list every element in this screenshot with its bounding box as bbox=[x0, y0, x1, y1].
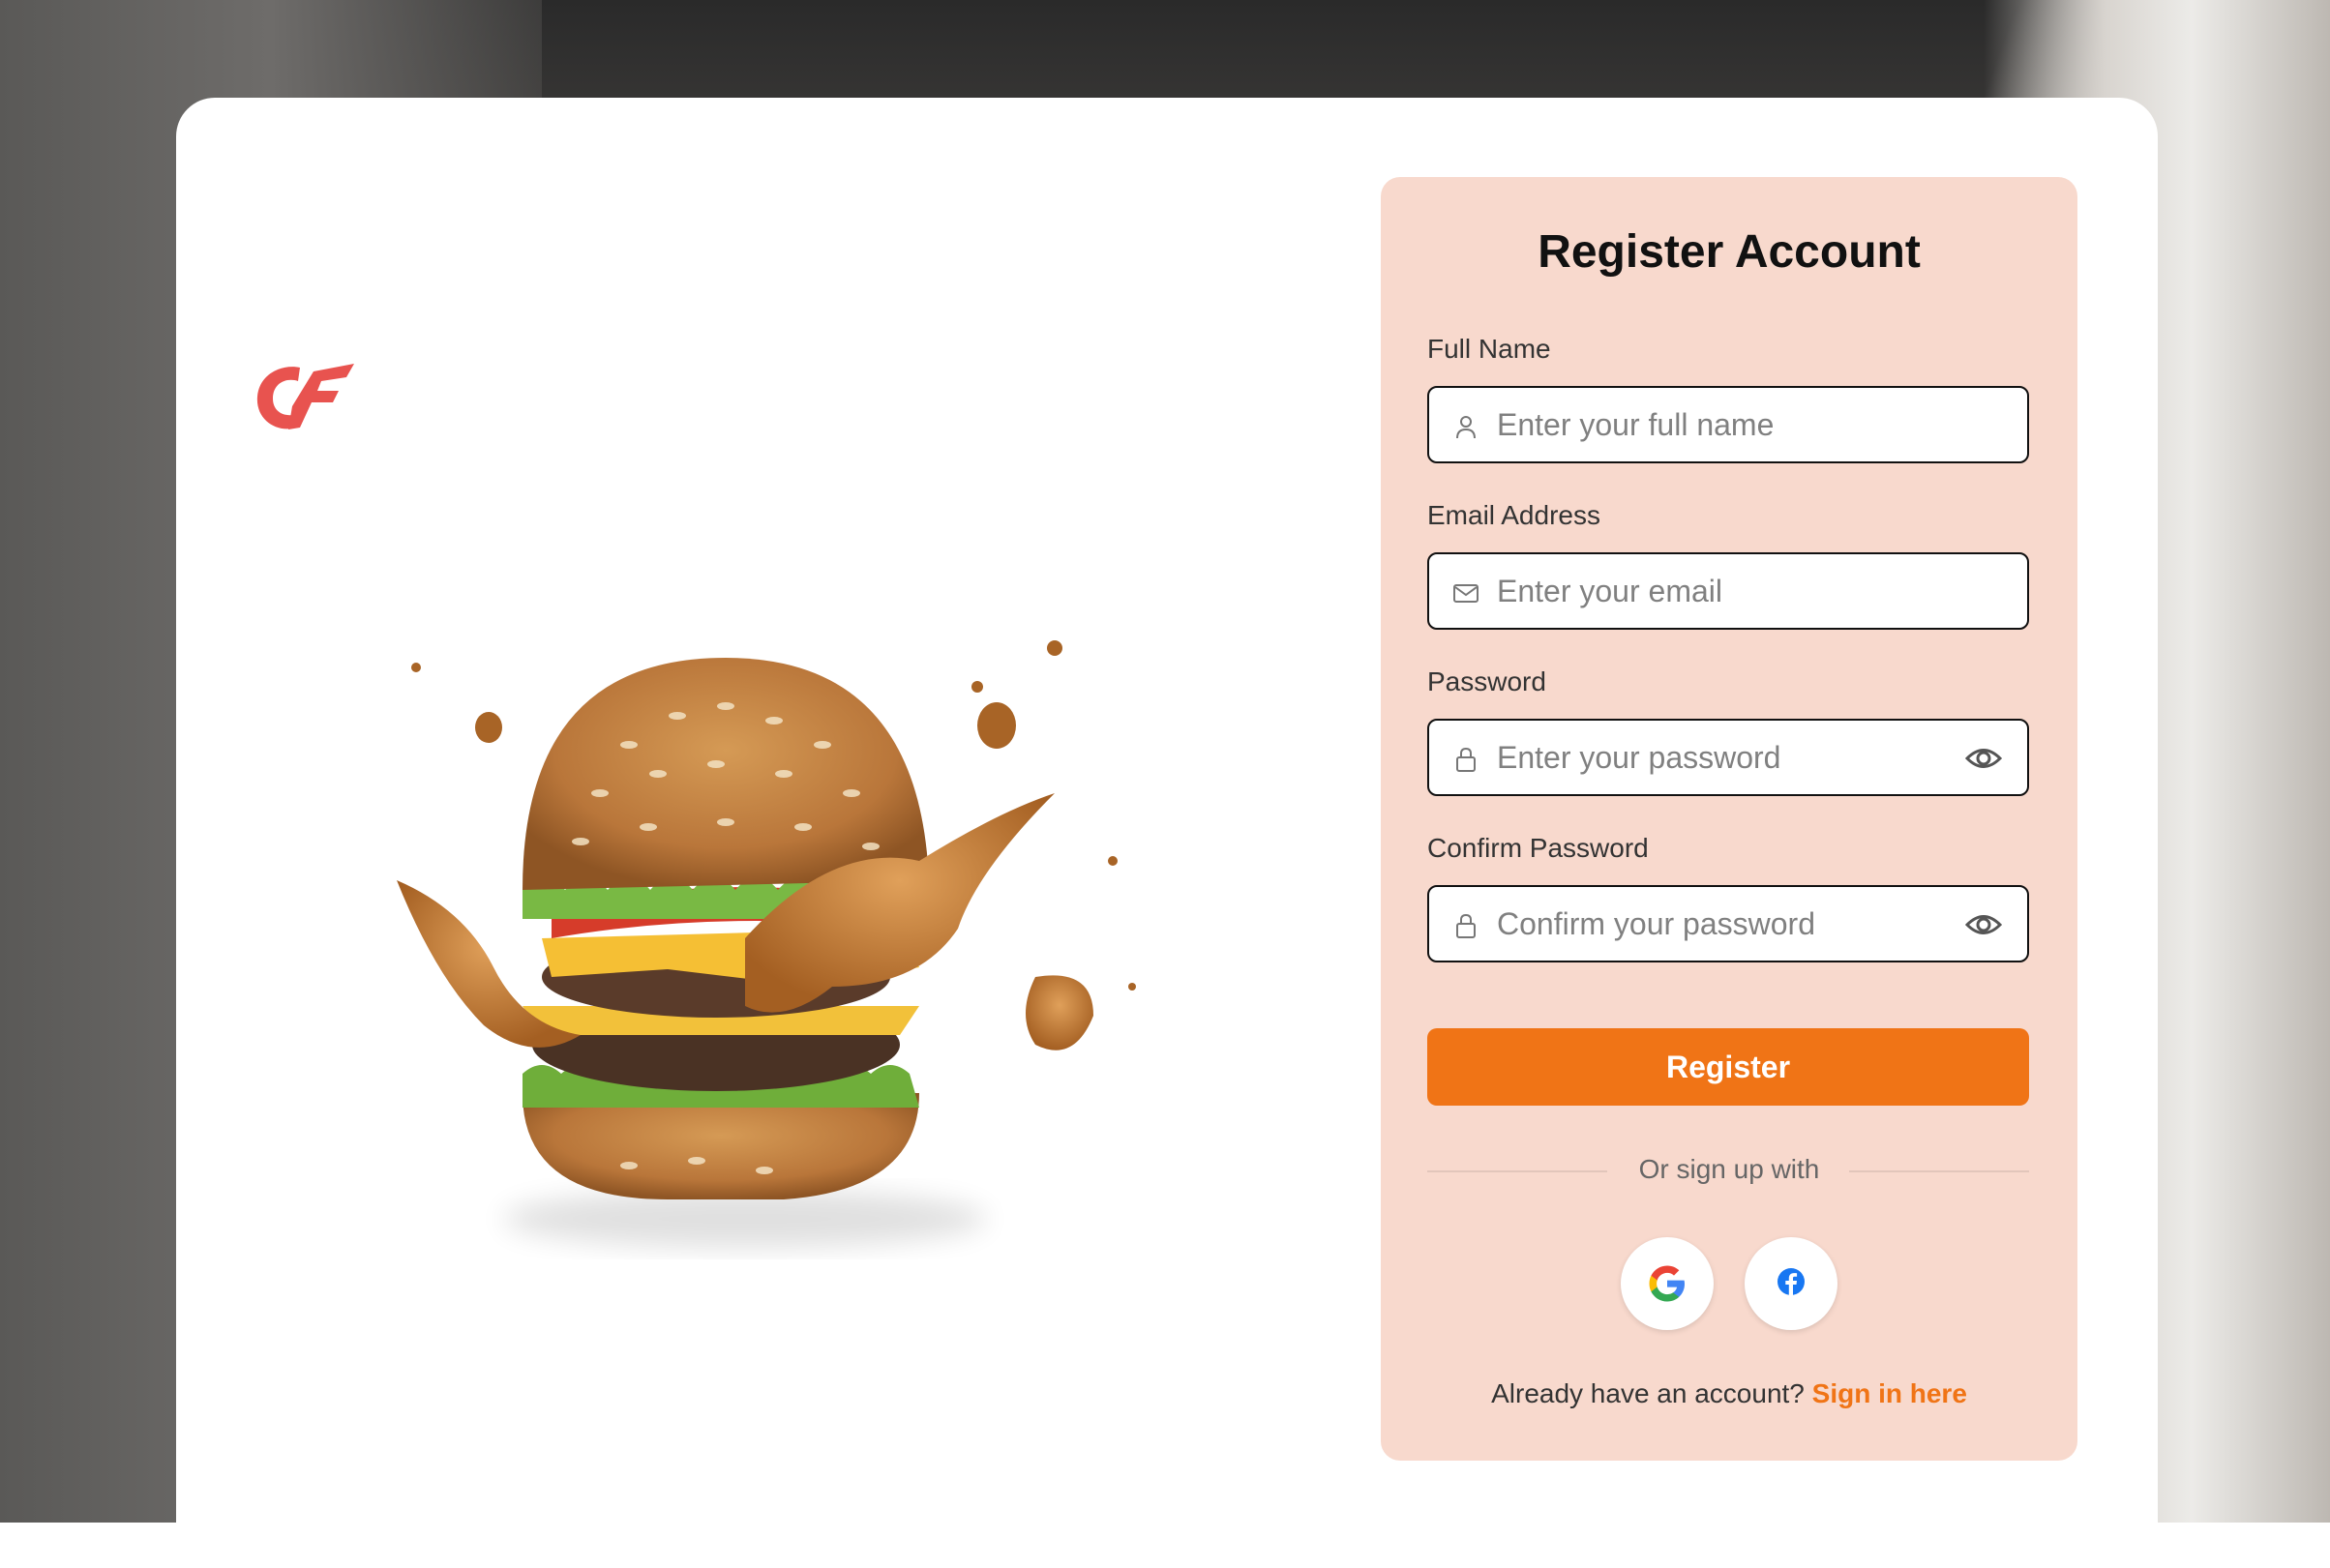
register-panel: Register Account Full Name Email Address… bbox=[1381, 177, 2077, 1461]
full-name-input[interactable] bbox=[1497, 388, 1942, 461]
email-field[interactable] bbox=[1427, 552, 2029, 630]
facebook-signup-button[interactable] bbox=[1745, 1237, 1837, 1330]
sign-in-link[interactable]: Sign in here bbox=[1812, 1378, 1967, 1408]
signin-prompt-text: Already have an account? bbox=[1491, 1378, 1805, 1408]
email-input[interactable] bbox=[1497, 554, 1942, 628]
password-input[interactable] bbox=[1497, 721, 1942, 794]
full-name-field[interactable] bbox=[1427, 386, 2029, 463]
confirm-password-input[interactable] bbox=[1497, 887, 1942, 961]
facebook-icon bbox=[1777, 1268, 1805, 1295]
divider-line-right bbox=[1849, 1170, 2029, 1172]
password-label: Password bbox=[1427, 666, 1546, 696]
user-icon bbox=[1456, 416, 1476, 439]
lock-icon bbox=[1456, 913, 1476, 938]
email-label: Email Address bbox=[1427, 500, 1600, 530]
password-field[interactable] bbox=[1427, 719, 2029, 796]
signin-prompt: Already have an account? Sign in here bbox=[1381, 1378, 2077, 1409]
lock-icon bbox=[1456, 747, 1476, 772]
register-button[interactable]: Register bbox=[1427, 1028, 2029, 1106]
eye-icon[interactable] bbox=[1965, 744, 2002, 773]
burger-illustration bbox=[397, 640, 1136, 1248]
google-signup-button[interactable] bbox=[1621, 1237, 1714, 1330]
google-icon bbox=[1649, 1265, 1685, 1302]
eye-icon[interactable] bbox=[1965, 910, 2002, 939]
form-title: Register Account bbox=[1538, 226, 1921, 278]
confirm-password-field[interactable] bbox=[1427, 885, 2029, 962]
mail-icon bbox=[1453, 584, 1479, 603]
brand-logo-icon bbox=[256, 364, 354, 429]
divider-text: Or sign up with bbox=[1638, 1154, 1820, 1184]
confirm-password-label: Confirm Password bbox=[1427, 833, 1649, 863]
full-name-label: Full Name bbox=[1427, 334, 1551, 364]
